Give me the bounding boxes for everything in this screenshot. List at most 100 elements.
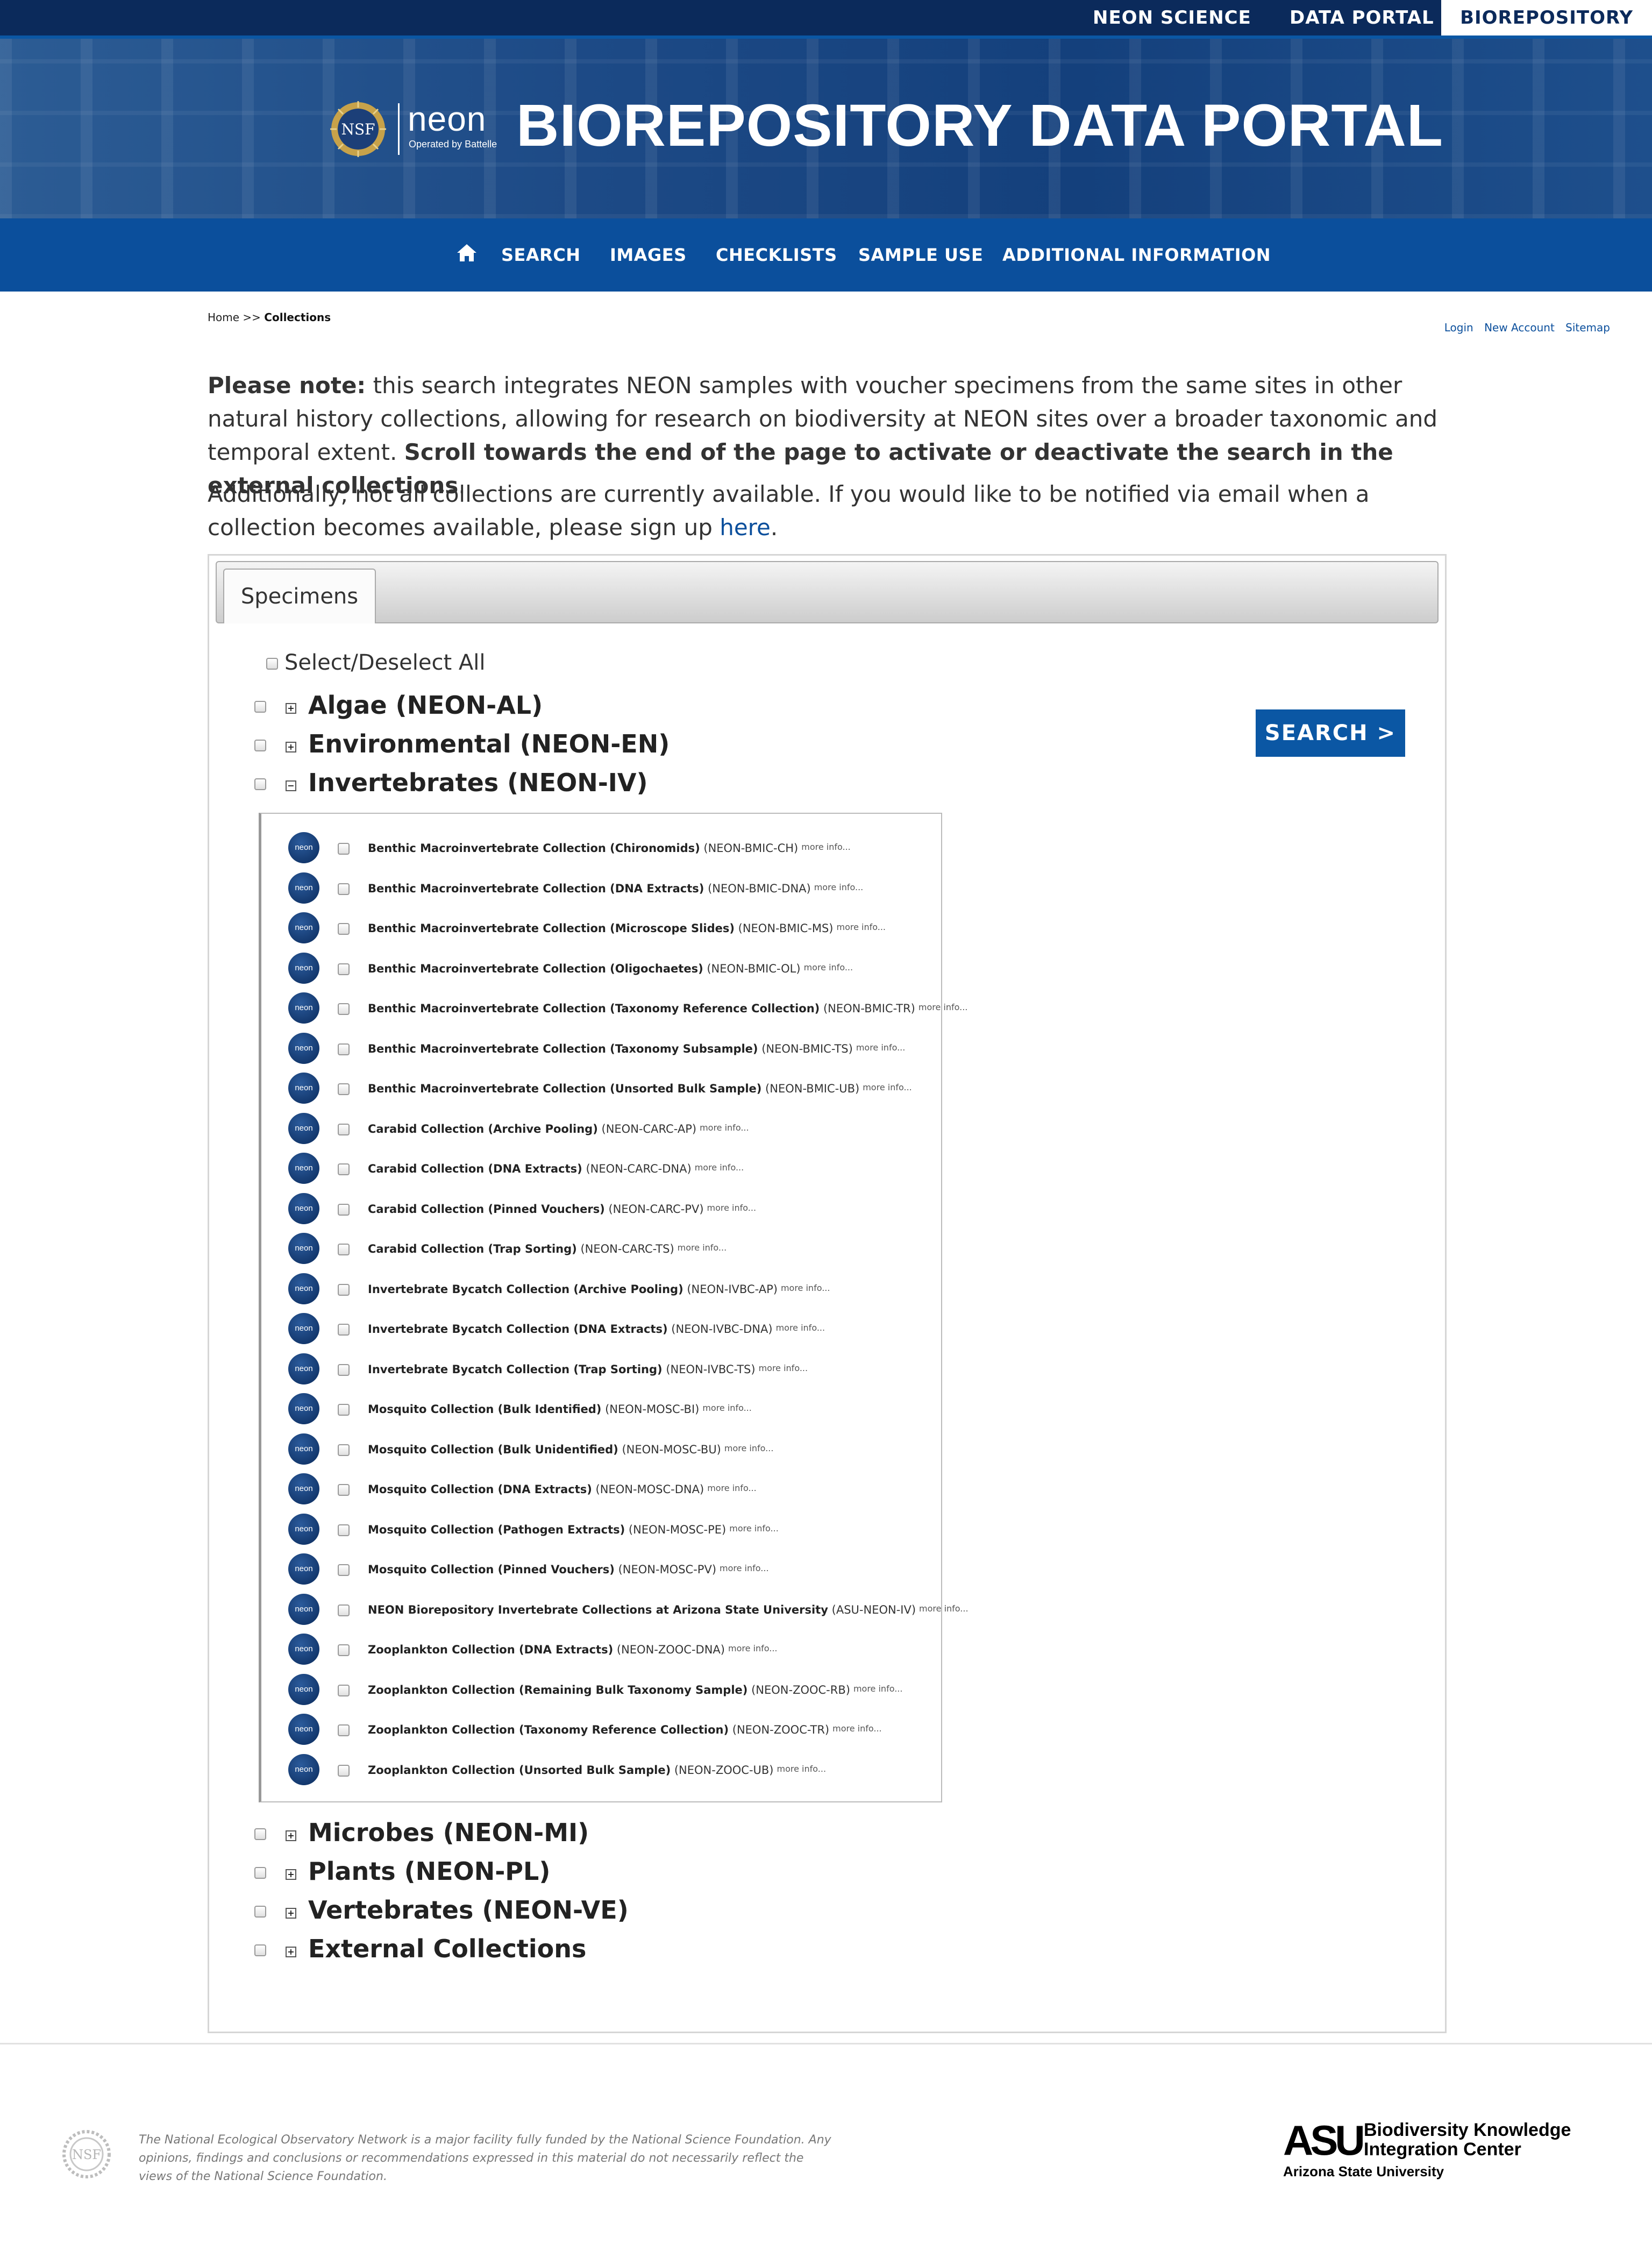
neon-collection-logo-icon[interactable]: neon: [288, 1593, 319, 1625]
more-info-link[interactable]: more info...: [707, 1483, 757, 1493]
neon-collection-logo-icon[interactable]: neon: [288, 992, 319, 1024]
neon-collection-logo-icon[interactable]: neon: [288, 912, 319, 943]
top-link-neon-science[interactable]: NEON SCIENCE: [1093, 0, 1251, 35]
collection-checkbox[interactable]: [338, 1083, 350, 1095]
more-info-link[interactable]: more info...: [832, 1723, 882, 1734]
neon-collection-logo-icon[interactable]: neon: [288, 1393, 319, 1424]
category-checkbox[interactable]: [254, 1828, 266, 1840]
select-all[interactable]: Select/Deselect All: [266, 650, 485, 675]
collection-checkbox[interactable]: [338, 1324, 350, 1336]
category-checkbox[interactable]: [254, 740, 266, 751]
more-info-link[interactable]: more info...: [707, 1203, 757, 1213]
asu-bkic-logo[interactable]: ASU Biodiversity Knowledge Integration Ce…: [1283, 2119, 1584, 2179]
collection-checkbox[interactable]: [338, 1043, 350, 1055]
neon-collection-logo-icon[interactable]: neon: [288, 1032, 319, 1064]
more-info-link[interactable]: more info...: [776, 1323, 825, 1333]
more-info-link[interactable]: more info...: [724, 1443, 774, 1453]
more-info-link[interactable]: more info...: [781, 1283, 830, 1293]
collection-checkbox[interactable]: [338, 1283, 350, 1296]
more-info-link[interactable]: more info...: [814, 882, 864, 892]
neon-collection-logo-icon[interactable]: neon: [288, 1553, 319, 1585]
collection-checkbox[interactable]: [338, 1564, 350, 1576]
expand-icon[interactable]: +: [286, 703, 296, 714]
collapse-icon[interactable]: −: [286, 780, 296, 791]
collection-checkbox[interactable]: [338, 1364, 350, 1376]
neon-collection-logo-icon[interactable]: neon: [288, 1192, 319, 1224]
expand-icon[interactable]: +: [286, 742, 296, 752]
more-info-link[interactable]: more info...: [919, 1603, 969, 1614]
top-link-data-portal[interactable]: DATA PORTAL: [1290, 0, 1434, 35]
neon-collection-logo-icon[interactable]: neon: [288, 1433, 319, 1465]
neon-collection-logo-icon[interactable]: neon: [288, 1353, 319, 1384]
category-label[interactable]: Vertebrates (NEON-VE): [308, 1895, 629, 1925]
neon-collection-logo-icon[interactable]: neon: [288, 1673, 319, 1705]
neon-collection-logo-icon[interactable]: neon: [288, 1513, 319, 1545]
collection-checkbox[interactable]: [338, 1764, 350, 1777]
neon-collection-logo-icon[interactable]: neon: [288, 1714, 319, 1745]
collection-checkbox[interactable]: [338, 883, 350, 895]
collection-checkbox[interactable]: [338, 1684, 350, 1696]
top-link-biorepository[interactable]: BIOREPOSITORY: [1441, 0, 1652, 35]
neon-collection-logo-icon[interactable]: neon: [288, 1753, 319, 1785]
collection-checkbox[interactable]: [338, 1404, 350, 1416]
neon-collection-logo-icon[interactable]: neon: [288, 1153, 319, 1184]
more-info-link[interactable]: more info...: [863, 1082, 912, 1092]
neon-collection-logo-icon[interactable]: neon: [288, 872, 319, 904]
neon-collection-logo-icon[interactable]: neon: [288, 1073, 319, 1104]
category-label[interactable]: External Collections: [308, 1934, 586, 1964]
sitemap-link[interactable]: Sitemap: [1565, 321, 1610, 334]
neon-collection-logo-icon[interactable]: neon: [288, 1634, 319, 1665]
new-account-link[interactable]: New Account: [1484, 321, 1555, 334]
nsf-seal-icon[interactable]: NSF: [329, 100, 387, 158]
collection-checkbox[interactable]: [338, 1724, 350, 1736]
category-label[interactable]: Invertebrates (NEON-IV): [308, 768, 648, 798]
breadcrumb-home[interactable]: Home: [208, 311, 239, 324]
category-label[interactable]: Microbes (NEON-MI): [308, 1817, 589, 1848]
neon-collection-logo-icon[interactable]: neon: [288, 1473, 319, 1504]
more-info-link[interactable]: more info...: [759, 1363, 808, 1373]
collection-checkbox[interactable]: [338, 1604, 350, 1616]
expand-icon[interactable]: +: [286, 1947, 296, 1957]
more-info-link[interactable]: more info...: [695, 1162, 744, 1173]
nav-search[interactable]: SEARCH: [501, 218, 581, 292]
category-checkbox[interactable]: [254, 1906, 266, 1918]
category-checkbox[interactable]: [254, 1867, 266, 1879]
nav-checklists[interactable]: CHECKLISTS: [716, 218, 837, 292]
neon-collection-logo-icon[interactable]: neon: [288, 1273, 319, 1304]
neon-collection-logo-icon[interactable]: neon: [288, 1313, 319, 1344]
neon-wordmark[interactable]: neon: [408, 99, 486, 139]
nav-images[interactable]: IMAGES: [610, 218, 687, 292]
expand-icon[interactable]: +: [286, 1869, 296, 1880]
collection-checkbox[interactable]: [338, 1003, 350, 1015]
collection-checkbox[interactable]: [338, 1123, 350, 1135]
more-info-link[interactable]: more info...: [729, 1523, 779, 1533]
collection-checkbox[interactable]: [338, 963, 350, 975]
more-info-link[interactable]: more info...: [804, 962, 853, 972]
collection-checkbox[interactable]: [338, 1203, 350, 1216]
collection-checkbox[interactable]: [338, 843, 350, 855]
expand-icon[interactable]: +: [286, 1908, 296, 1919]
select-all-checkbox[interactable]: [266, 658, 278, 670]
collection-checkbox[interactable]: [338, 1444, 350, 1456]
category-label[interactable]: Algae (NEON-AL): [308, 690, 543, 720]
more-info-link[interactable]: more info...: [856, 1042, 906, 1053]
nav-sample-use[interactable]: SAMPLE USE: [858, 218, 983, 292]
collection-checkbox[interactable]: [338, 1484, 350, 1496]
neon-collection-logo-icon[interactable]: neon: [288, 832, 319, 863]
nav-additional-information[interactable]: ADDITIONAL INFORMATION: [1002, 218, 1271, 292]
more-info-link[interactable]: more info...: [801, 842, 851, 852]
collection-checkbox[interactable]: [338, 1244, 350, 1255]
neon-collection-logo-icon[interactable]: neon: [288, 1233, 319, 1264]
signup-link[interactable]: here: [720, 514, 771, 541]
collection-checkbox[interactable]: [338, 923, 350, 935]
category-label[interactable]: Environmental (NEON-EN): [308, 729, 670, 759]
more-info-link[interactable]: more info...: [777, 1764, 827, 1774]
more-info-link[interactable]: more info...: [728, 1643, 778, 1653]
category-checkbox[interactable]: [254, 1944, 266, 1956]
more-info-link[interactable]: more info...: [702, 1403, 752, 1413]
tab-specimens[interactable]: Specimens: [223, 569, 376, 623]
more-info-link[interactable]: more info...: [720, 1563, 769, 1573]
home-icon[interactable]: [456, 242, 478, 264]
search-button[interactable]: SEARCH >: [1256, 709, 1405, 757]
expand-icon[interactable]: +: [286, 1830, 296, 1841]
